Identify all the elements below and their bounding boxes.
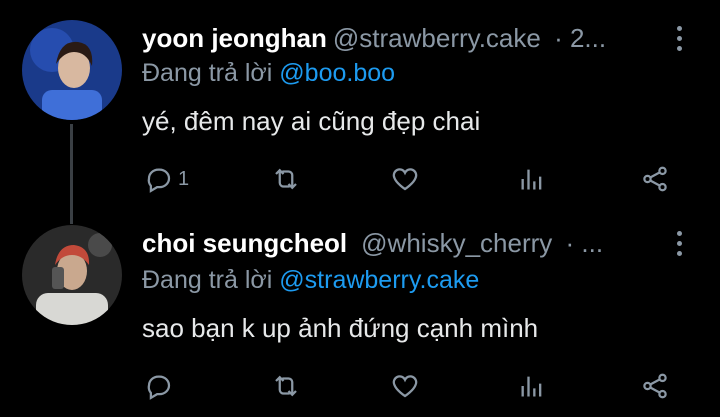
- action-bar: 1: [0, 162, 720, 196]
- tweet-text: sao bạn k up ảnh đứng cạnh mình: [142, 313, 539, 343]
- retweet-icon: [275, 375, 297, 397]
- share-icon: [643, 373, 667, 399]
- avatar[interactable]: [22, 20, 122, 120]
- reply-icon: [147, 168, 171, 193]
- share-button[interactable]: [640, 369, 670, 403]
- tweet-reply[interactable]: choi seungcheol @whisky_cherry · ... Đang…: [0, 205, 720, 417]
- mention-link[interactable]: @strawberry.cake: [279, 266, 479, 294]
- replying-to: Đang trả lời @boo.boo: [142, 58, 395, 88]
- tweet-header: yoon jeonghan @strawberry.cake · 2...: [142, 22, 650, 54]
- more-icon[interactable]: [674, 26, 684, 52]
- replying-prefix: Đang trả lời: [142, 266, 273, 294]
- tweet-meta: · ...: [565, 228, 604, 258]
- reply-button[interactable]: [144, 369, 178, 403]
- mention-link[interactable]: @boo.boo: [279, 59, 395, 87]
- avatar[interactable]: [22, 225, 122, 325]
- reply-count: 1: [178, 167, 190, 190]
- replying-prefix: Đang trả lời: [142, 59, 273, 87]
- tweet-header: choi seungcheol @whisky_cherry · ...: [142, 227, 650, 259]
- action-bar: [0, 369, 720, 403]
- like-icon: [392, 168, 418, 191]
- retweet-icon: [275, 168, 297, 190]
- user-handle[interactable]: @whisky_cherry: [361, 228, 552, 258]
- views-icon: [521, 376, 542, 397]
- like-button[interactable]: [390, 369, 420, 403]
- tweet-meta: · 2...: [554, 23, 607, 53]
- retweet-button[interactable]: [271, 162, 301, 196]
- tweet-text: yé, đêm nay ai cũng đẹp chai: [142, 106, 481, 136]
- views-icon: [521, 169, 542, 190]
- share-button[interactable]: [640, 162, 670, 196]
- reply-icon: [147, 375, 171, 400]
- user-handle[interactable]: @strawberry.cake: [333, 23, 541, 53]
- display-name[interactable]: yoon jeonghan: [142, 23, 327, 53]
- more-icon[interactable]: [674, 231, 684, 257]
- views-button[interactable]: [518, 369, 546, 403]
- like-button[interactable]: [390, 162, 420, 196]
- retweet-button[interactable]: [271, 369, 301, 403]
- replying-to: Đang trả lời @strawberry.cake: [142, 265, 479, 295]
- display-name[interactable]: choi seungcheol: [142, 228, 347, 258]
- share-icon: [643, 166, 667, 192]
- views-button[interactable]: [518, 162, 546, 196]
- like-icon: [392, 375, 418, 398]
- reply-button[interactable]: 1: [144, 162, 189, 196]
- tweet-reply[interactable]: yoon jeonghan @strawberry.cake · 2... Đan…: [0, 0, 720, 205]
